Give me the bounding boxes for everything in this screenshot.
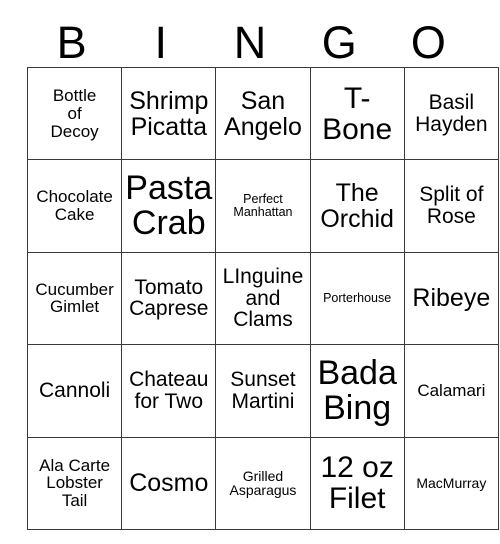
bingo-cell-label: Cosmo: [129, 469, 209, 498]
bingo-cell-label: Tomato Caprese: [129, 275, 209, 321]
header-letter-g: G: [321, 16, 357, 68]
bingo-cell-label: The Orchid: [320, 179, 394, 234]
bingo-cell-i5[interactable]: Cosmo: [121, 436, 217, 530]
bingo-cell-g2[interactable]: The Orchid: [309, 159, 405, 253]
bingo-cell-o3[interactable]: Ribeye: [403, 251, 499, 346]
bingo-cell-label: Ala Carte Lobster Tail: [39, 455, 111, 511]
bingo-cell-b5[interactable]: Ala Carte Lobster Tail: [26, 436, 123, 530]
bingo-cell-b2[interactable]: Chocolate Cake: [26, 159, 123, 253]
bingo-cell-i1[interactable]: Shrimp Picatta: [121, 66, 217, 161]
bingo-cell-i2[interactable]: Pasta Crab: [121, 159, 217, 253]
bingo-cell-o4[interactable]: Calamari: [403, 344, 499, 438]
bingo-row: Bottle of Decoy Shrimp Picatta San Angel…: [26, 66, 499, 161]
bingo-cell-o5[interactable]: MacMurray: [403, 436, 499, 530]
bingo-cell-b3[interactable]: Cucumber Gimlet: [26, 251, 123, 346]
bingo-cell-o1[interactable]: Basil Hayden: [403, 66, 499, 161]
bingo-cell-label: Shrimp Picatta: [129, 86, 209, 141]
bingo-cell-label: Porterhouse: [323, 290, 392, 305]
bingo-row: Cucumber Gimlet Tomato Caprese LInguine …: [26, 251, 499, 346]
bingo-cell-label: T- Bone: [322, 81, 393, 146]
bingo-cell-label: Sunset Martini: [230, 368, 296, 413]
bingo-cell-label: Bada Bing: [317, 353, 397, 427]
header-letter-b: B: [56, 16, 87, 68]
bingo-cell-n2[interactable]: Perfect Manhattan: [215, 159, 311, 253]
bingo-cell-b1[interactable]: Bottle of Decoy: [26, 66, 123, 161]
bingo-cell-label: Split of Rose: [419, 183, 484, 229]
bingo-cell-g4[interactable]: Bada Bing: [309, 344, 405, 438]
bingo-card: B I N G O Bottle of Decoy Shrimp Picatta…: [0, 0, 500, 544]
bingo-cell-n5[interactable]: Grilled Asparagus: [215, 436, 311, 530]
bingo-cell-g5[interactable]: 12 oz Filet: [309, 436, 405, 530]
bingo-cell-n4[interactable]: Sunset Martini: [215, 344, 311, 438]
bingo-cell-n1[interactable]: San Angelo: [215, 66, 311, 161]
bingo-cell-b4[interactable]: Cannoli: [26, 344, 123, 438]
bingo-cell-label: Basil Hayden: [415, 90, 488, 136]
header-letter-n: N: [233, 16, 267, 68]
bingo-cell-label: Cannoli: [38, 378, 111, 402]
bingo-grid: Bottle of Decoy Shrimp Picatta San Angel…: [26, 66, 499, 530]
bingo-row: Cannoli Chateau for Two Sunset Martini B…: [26, 344, 499, 438]
bingo-cell-label: San Angelo: [224, 86, 302, 141]
bingo-cell-label: Chateau for Two: [129, 368, 209, 413]
bingo-cell-label: MacMurray: [416, 474, 487, 491]
bingo-cell-label: LInguine and Clams: [222, 264, 304, 332]
bingo-cell-label: 12 oz Filet: [320, 451, 394, 516]
bingo-cell-label: Perfect Manhattan: [233, 192, 293, 220]
bingo-cell-g3[interactable]: Porterhouse: [309, 251, 405, 346]
bingo-cell-label: Pasta Crab: [125, 168, 213, 243]
bingo-cell-label: Bottle of Decoy: [50, 86, 99, 141]
bingo-cell-label: Cucumber Gimlet: [35, 279, 114, 317]
bingo-cell-n3[interactable]: LInguine and Clams: [215, 251, 311, 346]
bingo-cell-i4[interactable]: Chateau for Two: [121, 344, 217, 438]
bingo-row: Chocolate Cake Pasta Crab Perfect Manhat…: [26, 159, 499, 253]
bingo-header: B I N G O: [27, 17, 473, 67]
bingo-cell-label: Calamari: [417, 381, 486, 401]
bingo-cell-i3[interactable]: Tomato Caprese: [121, 251, 217, 346]
header-letter-o: O: [410, 16, 446, 68]
bingo-row: Ala Carte Lobster Tail Cosmo Grilled Asp…: [26, 436, 499, 530]
bingo-cell-label: Chocolate Cake: [36, 187, 113, 225]
header-letter-i: I: [154, 16, 168, 68]
bingo-cell-g1[interactable]: T- Bone: [309, 66, 405, 161]
bingo-cell-label: Ribeye: [412, 284, 491, 313]
bingo-cell-o2[interactable]: Split of Rose: [403, 159, 499, 253]
bingo-cell-label: Grilled Asparagus: [229, 467, 297, 499]
